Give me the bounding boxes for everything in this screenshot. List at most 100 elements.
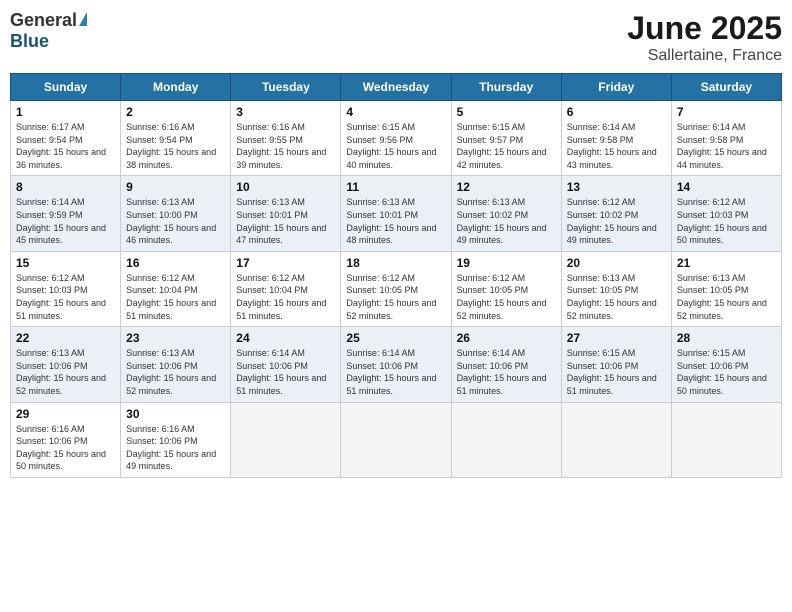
day-info: Sunrise: 6:12 AMSunset: 10:05 PMDaylight… [346, 272, 445, 322]
day-info: Sunrise: 6:12 AMSunset: 10:03 PMDaylight… [16, 272, 115, 322]
calendar-cell: 6 Sunrise: 6:14 AMSunset: 9:58 PMDaylight… [561, 101, 671, 176]
calendar-header-saturday: Saturday [671, 74, 781, 101]
day-info: Sunrise: 6:12 AMSunset: 10:04 PMDaylight… [126, 272, 225, 322]
day-number: 10 [236, 180, 335, 194]
day-info: Sunrise: 6:13 AMSunset: 10:02 PMDaylight… [457, 196, 556, 246]
calendar-cell: 21 Sunrise: 6:13 AMSunset: 10:05 PMDaylig… [671, 251, 781, 326]
day-number: 9 [126, 180, 225, 194]
day-number: 28 [677, 331, 776, 345]
calendar-cell: 13 Sunrise: 6:12 AMSunset: 10:02 PMDaylig… [561, 176, 671, 251]
title-area: June 2025 Sallertaine, France [627, 10, 782, 65]
calendar-cell: 5 Sunrise: 6:15 AMSunset: 9:57 PMDaylight… [451, 101, 561, 176]
calendar-header-friday: Friday [561, 74, 671, 101]
day-info: Sunrise: 6:15 AMSunset: 9:56 PMDaylight:… [346, 121, 445, 171]
day-info: Sunrise: 6:14 AMSunset: 10:06 PMDaylight… [236, 347, 335, 397]
day-number: 12 [457, 180, 556, 194]
calendar-cell: 8Sunrise: 6:14 AMSunset: 9:59 PMDaylight… [11, 176, 121, 251]
calendar-cell: 7 Sunrise: 6:14 AMSunset: 9:58 PMDaylight… [671, 101, 781, 176]
calendar-header-row: SundayMondayTuesdayWednesdayThursdayFrid… [11, 74, 782, 101]
calendar-header-sunday: Sunday [11, 74, 121, 101]
calendar-cell: 4 Sunrise: 6:15 AMSunset: 9:56 PMDaylight… [341, 101, 451, 176]
day-info: Sunrise: 6:14 AMSunset: 10:06 PMDaylight… [346, 347, 445, 397]
calendar-cell: 27Sunrise: 6:15 AMSunset: 10:06 PMDaylig… [561, 327, 671, 402]
day-info: Sunrise: 6:12 AMSunset: 10:05 PMDaylight… [457, 272, 556, 322]
day-info: Sunrise: 6:13 AMSunset: 10:01 PMDaylight… [346, 196, 445, 246]
day-number: 16 [126, 256, 225, 270]
calendar-cell: 28 Sunrise: 6:15 AMSunset: 10:06 PMDaylig… [671, 327, 781, 402]
day-number: 26 [457, 331, 556, 345]
calendar-table: SundayMondayTuesdayWednesdayThursdayFrid… [10, 73, 782, 478]
calendar-cell: 16 Sunrise: 6:12 AMSunset: 10:04 PMDaylig… [121, 251, 231, 326]
day-number: 24 [236, 331, 335, 345]
day-number: 13 [567, 180, 666, 194]
location-title: Sallertaine, France [627, 47, 782, 65]
calendar-week-row-1: 1Sunrise: 6:17 AMSunset: 9:54 PMDaylight… [11, 101, 782, 176]
calendar-cell: 20 Sunrise: 6:13 AMSunset: 10:05 PMDaylig… [561, 251, 671, 326]
day-number: 4 [346, 105, 445, 119]
day-number: 23 [126, 331, 225, 345]
day-info: Sunrise: 6:13 AMSunset: 10:05 PMDaylight… [677, 272, 776, 322]
day-info: Sunrise: 6:14 AMSunset: 9:58 PMDaylight:… [567, 121, 666, 171]
calendar-cell: 3 Sunrise: 6:16 AMSunset: 9:55 PMDaylight… [231, 101, 341, 176]
logo: General Blue [10, 10, 87, 52]
day-number: 5 [457, 105, 556, 119]
day-info: Sunrise: 6:14 AMSunset: 10:06 PMDaylight… [457, 347, 556, 397]
day-number: 29 [16, 407, 115, 421]
calendar-header-wednesday: Wednesday [341, 74, 451, 101]
day-number: 6 [567, 105, 666, 119]
day-number: 3 [236, 105, 335, 119]
day-info: Sunrise: 6:16 AMSunset: 9:55 PMDaylight:… [236, 121, 335, 171]
calendar-cell: 14Sunrise: 6:12 AMSunset: 10:03 PMDaylig… [671, 176, 781, 251]
day-info: Sunrise: 6:16 AMSunset: 9:54 PMDaylight:… [126, 121, 225, 171]
day-info: Sunrise: 6:13 AMSunset: 10:00 PMDaylight… [126, 196, 225, 246]
calendar-cell: 11 Sunrise: 6:13 AMSunset: 10:01 PMDaylig… [341, 176, 451, 251]
calendar-cell [341, 402, 451, 477]
calendar-header-tuesday: Tuesday [231, 74, 341, 101]
day-info: Sunrise: 6:17 AMSunset: 9:54 PMDaylight:… [16, 121, 115, 171]
day-number: 20 [567, 256, 666, 270]
calendar-cell: 30Sunrise: 6:16 AMSunset: 10:06 PMDaylig… [121, 402, 231, 477]
calendar-cell: 25 Sunrise: 6:14 AMSunset: 10:06 PMDaylig… [341, 327, 451, 402]
calendar-week-row-5: 29 Sunrise: 6:16 AMSunset: 10:06 PMDaylig… [11, 402, 782, 477]
logo-blue-text: Blue [10, 31, 49, 52]
day-info: Sunrise: 6:12 AMSunset: 10:04 PMDaylight… [236, 272, 335, 322]
calendar-cell: 26 Sunrise: 6:14 AMSunset: 10:06 PMDaylig… [451, 327, 561, 402]
day-info: Sunrise: 6:13 AMSunset: 10:06 PMDaylight… [16, 347, 115, 397]
calendar-cell: 19 Sunrise: 6:12 AMSunset: 10:05 PMDaylig… [451, 251, 561, 326]
calendar-cell: 15Sunrise: 6:12 AMSunset: 10:03 PMDaylig… [11, 251, 121, 326]
day-info: Sunrise: 6:13 AMSunset: 10:01 PMDaylight… [236, 196, 335, 246]
calendar-cell: 17 Sunrise: 6:12 AMSunset: 10:04 PMDaylig… [231, 251, 341, 326]
calendar-cell: 18 Sunrise: 6:12 AMSunset: 10:05 PMDaylig… [341, 251, 451, 326]
day-number: 17 [236, 256, 335, 270]
day-info: Sunrise: 6:13 AMSunset: 10:05 PMDaylight… [567, 272, 666, 322]
calendar-week-row-4: 22Sunrise: 6:13 AMSunset: 10:06 PMDaylig… [11, 327, 782, 402]
day-number: 18 [346, 256, 445, 270]
day-number: 11 [346, 180, 445, 194]
calendar-header-monday: Monday [121, 74, 231, 101]
calendar-cell: 1Sunrise: 6:17 AMSunset: 9:54 PMDaylight… [11, 101, 121, 176]
calendar-cell [451, 402, 561, 477]
calendar-cell: 9 Sunrise: 6:13 AMSunset: 10:00 PMDayligh… [121, 176, 231, 251]
day-info: Sunrise: 6:15 AMSunset: 10:06 PMDaylight… [567, 347, 666, 397]
calendar-cell: 2Sunrise: 6:16 AMSunset: 9:54 PMDaylight… [121, 101, 231, 176]
day-info: Sunrise: 6:12 AMSunset: 10:02 PMDaylight… [567, 196, 666, 246]
calendar-week-row-2: 8Sunrise: 6:14 AMSunset: 9:59 PMDaylight… [11, 176, 782, 251]
calendar-header-thursday: Thursday [451, 74, 561, 101]
day-number: 7 [677, 105, 776, 119]
calendar-cell: 12 Sunrise: 6:13 AMSunset: 10:02 PMDaylig… [451, 176, 561, 251]
day-number: 19 [457, 256, 556, 270]
month-title: June 2025 [627, 10, 782, 47]
day-info: Sunrise: 6:15 AMSunset: 9:57 PMDaylight:… [457, 121, 556, 171]
day-info: Sunrise: 6:14 AMSunset: 9:59 PMDaylight:… [16, 196, 115, 246]
calendar-cell [671, 402, 781, 477]
day-info: Sunrise: 6:15 AMSunset: 10:06 PMDaylight… [677, 347, 776, 397]
logo-triangle-icon [79, 12, 87, 26]
day-info: Sunrise: 6:14 AMSunset: 9:58 PMDaylight:… [677, 121, 776, 171]
calendar-cell: 23Sunrise: 6:13 AMSunset: 10:06 PMDaylig… [121, 327, 231, 402]
day-info: Sunrise: 6:16 AMSunset: 10:06 PMDaylight… [16, 423, 115, 473]
day-number: 21 [677, 256, 776, 270]
day-number: 25 [346, 331, 445, 345]
day-number: 30 [126, 407, 225, 421]
calendar-cell [231, 402, 341, 477]
calendar-cell: 29 Sunrise: 6:16 AMSunset: 10:06 PMDaylig… [11, 402, 121, 477]
